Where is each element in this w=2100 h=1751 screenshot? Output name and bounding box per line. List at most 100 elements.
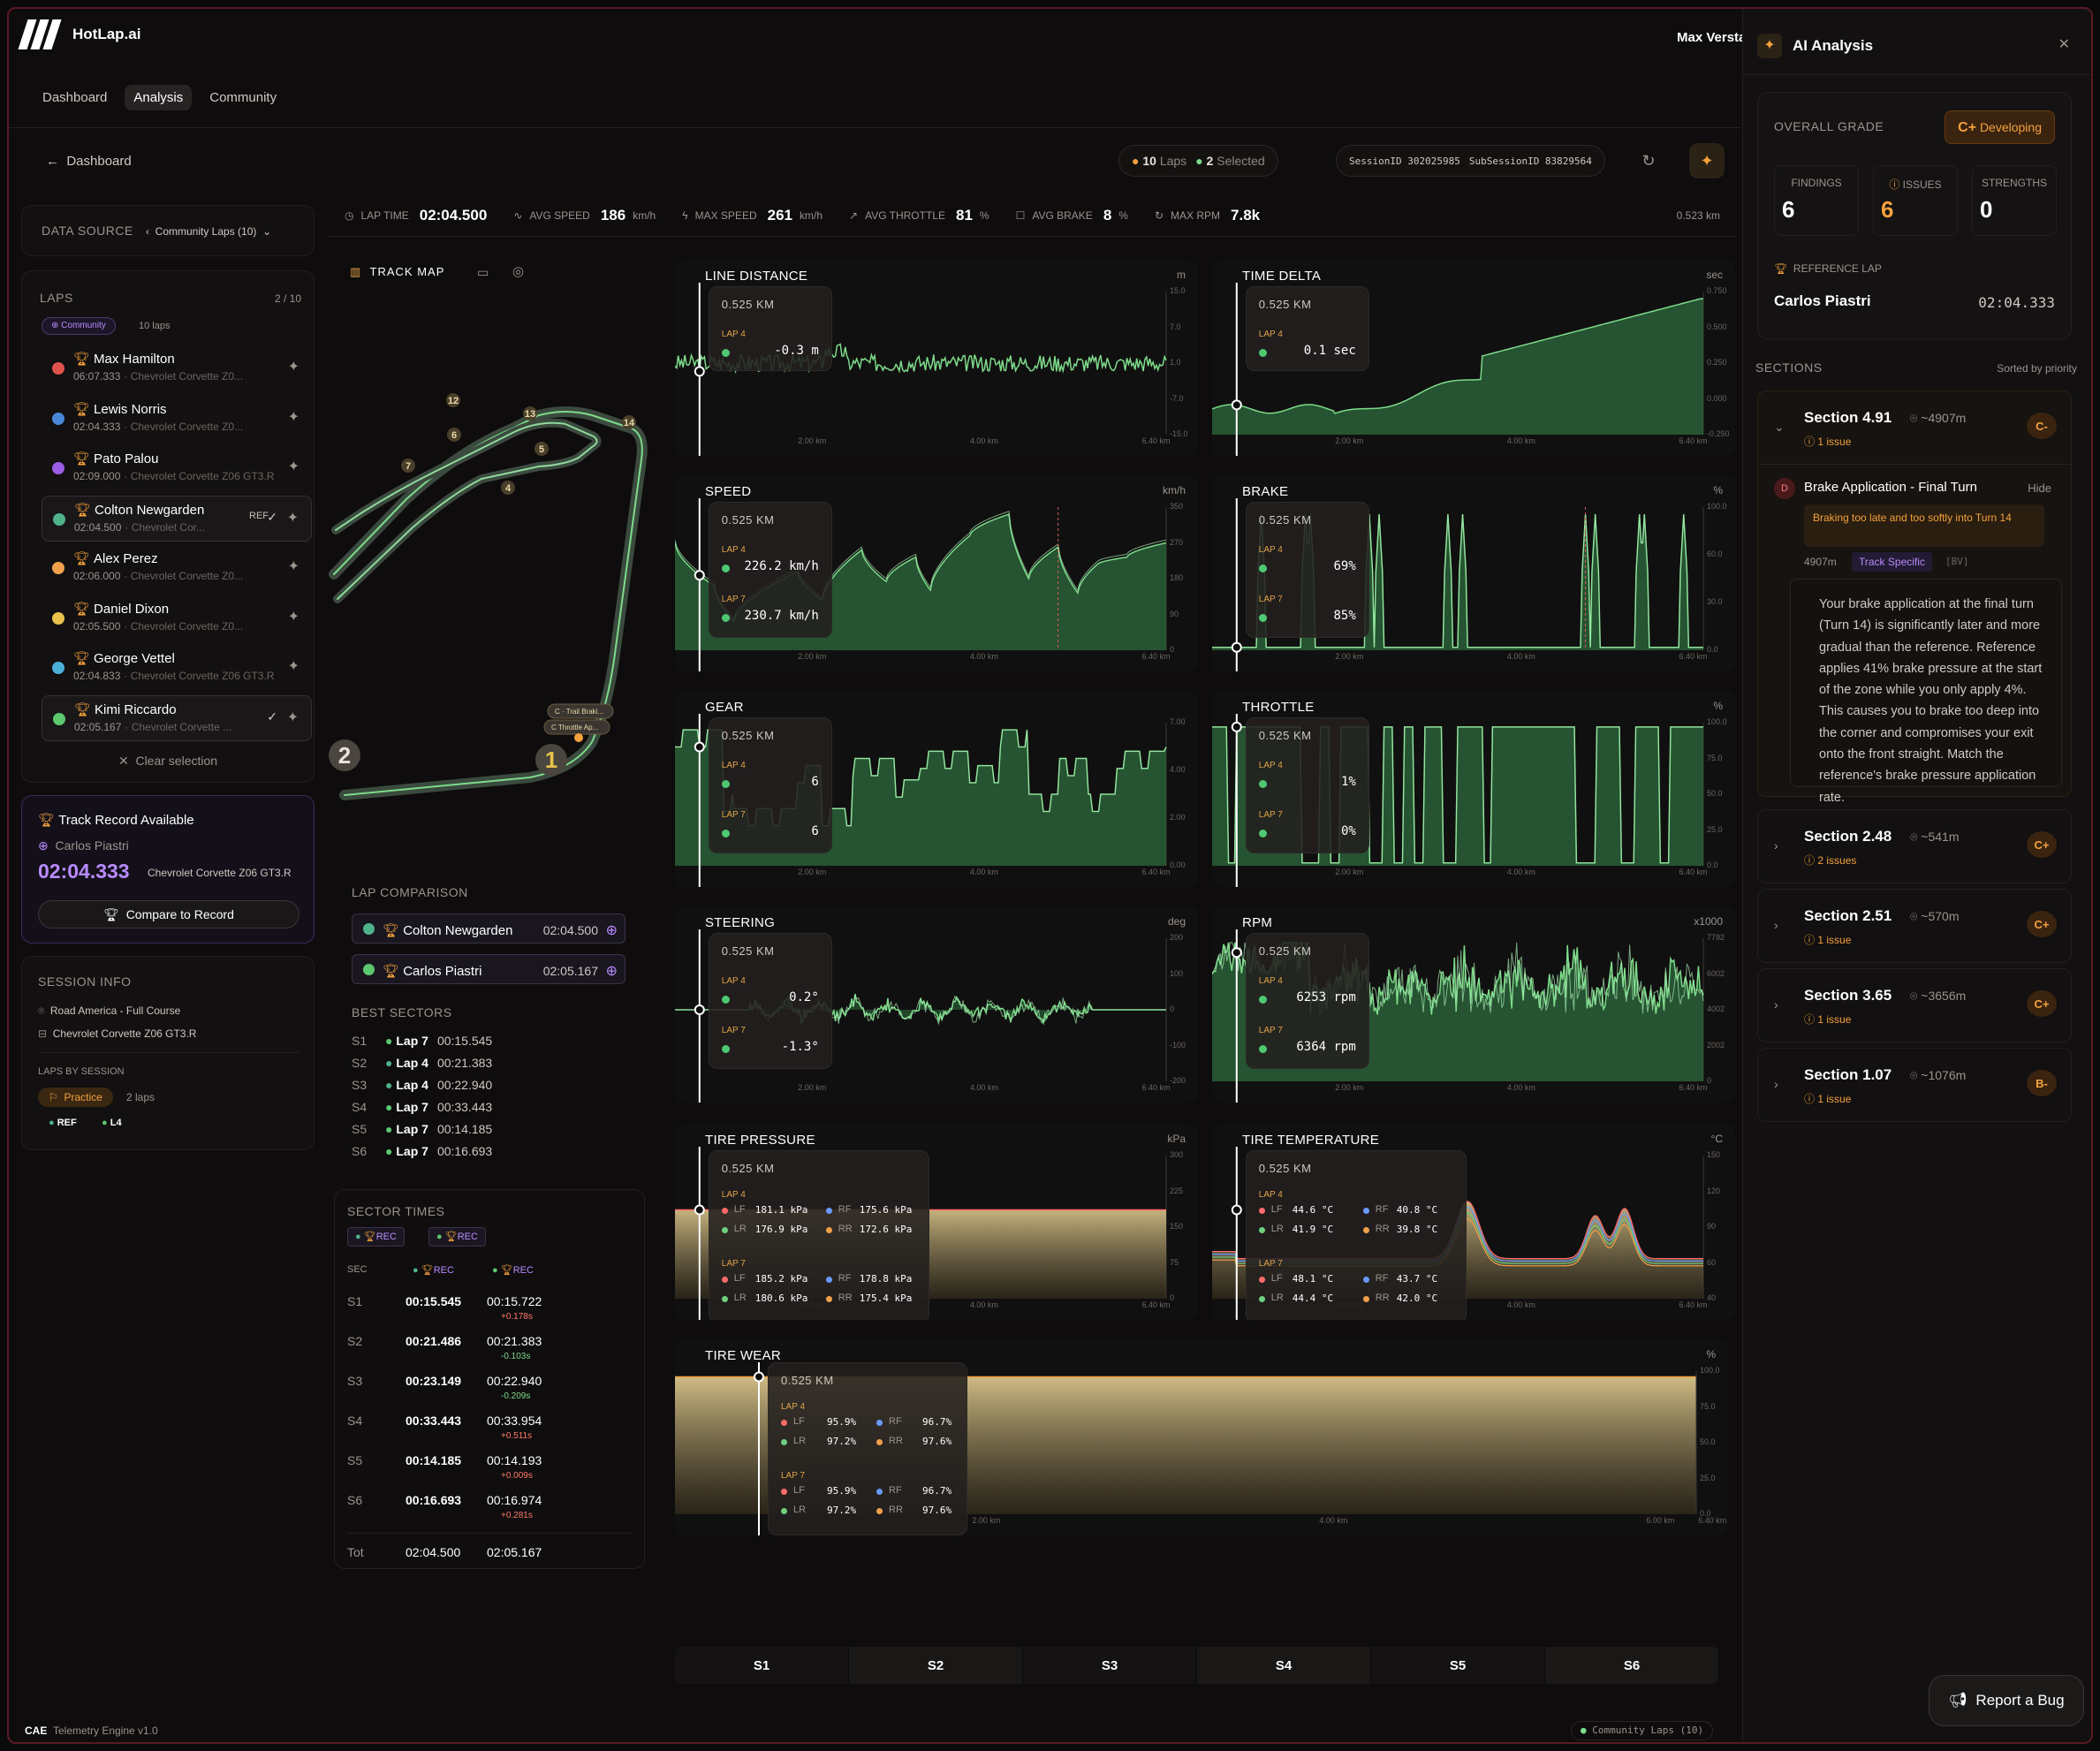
sector-button-s2[interactable]: S2: [849, 1647, 1023, 1684]
ai-sparkle-icon[interactable]: ✦: [288, 657, 299, 675]
chart-tooltip: 0.525 KM LAP 4 226.2 km/h LAP 7 230.7 km/h: [708, 502, 832, 638]
throttle-chart[interactable]: THROTTLE% 100.0 75.0 50.0 25.0 0.0 2.00 km 4.00…: [1212, 691, 1735, 887]
section-grade: C+: [2027, 990, 2057, 1017]
section-row[interactable]: › Section 2.51 ⌾ ~570m ⓘ 1 issue C+: [1757, 889, 2072, 963]
ai-sparkle-icon[interactable]: ✦: [288, 458, 299, 475]
y-tick: 100.0: [1707, 502, 1727, 511]
data-source-label: DATA SOURCE: [42, 224, 133, 238]
lap-row[interactable]: 🏆︎ Lewis Norris 02:04.333 · Chevrolet Corve…: [42, 396, 312, 442]
lap-driver: 🏆︎ Kimi Riccardo: [74, 701, 177, 717]
session-info-title: SESSION INFO: [38, 974, 132, 989]
trend-up-icon: ↗: [849, 208, 859, 222]
lap-color-dot: [52, 562, 64, 574]
finding-note: Braking too late and too softly into Tur…: [1804, 504, 2044, 547]
section-distance: ⌾ ~570m: [1910, 909, 1960, 923]
ai-sparkle-icon[interactable]: ✦: [288, 408, 299, 426]
track-map[interactable]: 12 13 14 6 5 7 4 2 1 C · Trail Braki... …: [327, 247, 654, 857]
lap-row[interactable]: 🏆︎ George Vettel 02:04.833 · Chevrolet Corv…: [42, 645, 312, 691]
session-id-pill: SessionID 302025985 SubSessionID 8382956…: [1336, 145, 1605, 177]
tire-temp-chart[interactable]: TIRE TEMPERATURE°C1501209060402.00 km4.0…: [1212, 1124, 1735, 1320]
comparison-lap-2[interactable]: 🏆︎ Carlos Piastri 02:05.167 ⊕: [352, 954, 625, 984]
lap-row[interactable]: 🏆︎ Pato Palou 02:09.000 · Chevrolet Corvett…: [42, 445, 312, 491]
section-row[interactable]: › Section 3.65 ⌾ ~3656m ⓘ 1 issue C+: [1757, 968, 2072, 1042]
rpm-chart[interactable]: RPM x1000 7792 6002 4002 2002 0 2.00 km 4.00 km 6…: [1212, 906, 1735, 1103]
trophy-icon: 🏆︎: [383, 964, 400, 979]
sector-button-s1[interactable]: S1: [675, 1647, 849, 1684]
lap-row[interactable]: 🏆︎ Alex Perez 02:06.000 · Chevrolet Corvett…: [42, 545, 312, 591]
hide-button[interactable]: Hide: [2028, 481, 2051, 495]
section-distance: ⌾ ~4907m: [1910, 411, 1967, 425]
sector-label: S2: [347, 1334, 363, 1348]
section-grade: C+: [2027, 831, 2057, 858]
track-map-tab[interactable]: ▥ TRACK MAP: [350, 265, 444, 279]
stat-max-rpm: ↻ MAX RPM 7.8k: [1154, 206, 1261, 224]
steering-chart[interactable]: STEERING deg 200 100 0 -100 -200 2.00 km 4.00 km…: [675, 906, 1198, 1103]
lap-stats-bar: ◷ LAP TIME 02:04.500 ∿ AVG SPEED 186 km/h ϟ MA…: [327, 194, 1736, 237]
sector-button-s4[interactable]: S4: [1197, 1647, 1371, 1684]
time-delta-chart[interactable]: TIME DELTA sec 0.750 0.500 0.250 0.000 -0.250 2…: [1212, 260, 1735, 456]
overall-grade-badge: C+ Developing: [1945, 110, 2055, 144]
brake-chart[interactable]: BRAKE% 100.0 60.0 30.0 0.0 2.00 km 4.00 km 6.40…: [1212, 475, 1735, 671]
ai-sparkle-icon: ✦: [1757, 34, 1782, 58]
lap-row[interactable]: 🏆︎ Kimi Riccardo 02:05.167 · Chevrolet Corv…: [42, 694, 312, 741]
section-row[interactable]: › Section 2.48 ⌾ ~541m ⓘ 2 issues C+: [1757, 809, 2072, 883]
lap-row[interactable]: 🏆︎ Max Hamilton 06:07.333 · Chevrolet Corve…: [42, 345, 312, 391]
sector-chip-2[interactable]: ● 🏆︎REC: [428, 1227, 486, 1247]
sector-delta: +0.009s: [501, 1471, 533, 1481]
ai-sparkle-icon[interactable]: ✦: [1689, 143, 1725, 178]
y-tick: -15.0: [1170, 429, 1188, 438]
tab-dashboard[interactable]: Dashboard: [34, 85, 116, 110]
speed-chart[interactable]: SPEED km/h 350 270 180 90 0 2.00 km 4.00 km 6.40 …: [675, 475, 1198, 671]
sector-button-s5[interactable]: S5: [1371, 1647, 1545, 1684]
breadcrumb-link[interactable]: Dashboard: [66, 154, 131, 169]
y-tick: 90: [1170, 609, 1179, 618]
finding-tag: Track Specific: [1852, 552, 1932, 572]
compare-to-record-button[interactable]: 🏆︎ Compare to Record: [38, 900, 299, 929]
clear-selection-button[interactable]: ✕ Clear selection: [22, 754, 314, 769]
ai-sparkle-icon[interactable]: ✦: [288, 557, 299, 575]
lap-color-dot: [53, 512, 65, 526]
ai-sparkle-icon[interactable]: ✦: [287, 709, 299, 726]
sector-button-s3[interactable]: S3: [1023, 1647, 1197, 1684]
ai-sparkle-icon[interactable]: ✦: [288, 358, 299, 375]
breadcrumb[interactable]: ← Dashboard: [46, 154, 132, 169]
cursor-dot: [754, 1371, 764, 1383]
video-icon[interactable]: ▭: [477, 265, 489, 280]
section-row[interactable]: › Section 1.07 ⌾ ~1076m ⓘ 1 issue B-: [1757, 1048, 2072, 1122]
cursor-dot: [694, 366, 705, 377]
stat-max-speed: ϟ MAX SPEED 261 km/h: [682, 206, 823, 224]
ai-sparkle-icon[interactable]: ✦: [288, 608, 299, 625]
lap-row[interactable]: 🏆︎ Colton Newgarden 02:04.500 · Chevrolet C…: [42, 495, 312, 542]
tab-community[interactable]: Community: [201, 85, 285, 110]
lap-row[interactable]: 🏆︎ Daniel Dixon 02:05.500 · Chevrolet Corve…: [42, 595, 312, 641]
app-logo[interactable]: HotLap.ai: [18, 19, 140, 49]
y-tick: 0.750: [1707, 286, 1727, 295]
lap-meta: 02:09.000 · Chevrolet Corvette Z06 GT3.R: [73, 470, 275, 482]
footer-engine: Telemetry Engine v1.0: [53, 1724, 158, 1737]
sector-label: S5: [347, 1453, 363, 1467]
sector-chip-1[interactable]: ● 🏆︎REC: [347, 1227, 405, 1247]
data-source-select[interactable]: ‹ Community Laps (10) ⌄: [146, 225, 271, 238]
close-icon[interactable]: ✕: [2058, 35, 2070, 53]
chevron-down-icon[interactable]: ⌄: [1774, 420, 1785, 435]
sector-button-s6[interactable]: S6: [1545, 1647, 1719, 1684]
sector-time-b: 00:15.722: [487, 1294, 542, 1308]
gear-chart[interactable]: GEAR 7.00 4.00 2.00 0.00 2.00 km 4.00 km 6.40 k…: [675, 691, 1198, 887]
user-name[interactable]: Max Versta: [1677, 30, 1746, 45]
tab-analysis[interactable]: Analysis: [125, 85, 193, 110]
tire-wear-chart[interactable]: TIRE WEAR% 100.0 75.0 50.0 25.0 0.0 2.00 km 4.0…: [675, 1339, 1728, 1535]
report-bug-button[interactable]: 📢︎ Report a Bug: [1929, 1675, 2084, 1726]
overall-grade-card: OVERALL GRADE C+ Developing FINDINGS 6 ⓘ…: [1757, 92, 2072, 339]
tire-pressure-chart[interactable]: TIRE PRESSUREkPa3002251507502.00 km4.00 …: [675, 1124, 1198, 1320]
lap-comparison-title: LAP COMPARISON: [352, 885, 468, 899]
palette-icon[interactable]: ◎: [512, 263, 524, 279]
sections-label: SECTIONS: [1755, 360, 1823, 375]
refresh-icon[interactable]: ↻: [1631, 143, 1666, 178]
line-distance-chart[interactable]: LINE DISTANCE m 15.0 7.0 1.0 -7.0 -15.0 2.00 km…: [675, 260, 1198, 456]
section-name[interactable]: Section 4.91: [1804, 409, 1892, 427]
best-sector-row: S5 ● Lap 7 00:14.185: [352, 1122, 493, 1136]
comparison-lap-1[interactable]: 🏆︎ Colton Newgarden 02:04.500 ⊕: [352, 913, 625, 944]
x-tick: 6.40 km: [1679, 1083, 1708, 1092]
reference-driver: Carlos Piastri: [1774, 292, 1871, 309]
ai-sparkle-icon[interactable]: ✦: [287, 509, 299, 527]
